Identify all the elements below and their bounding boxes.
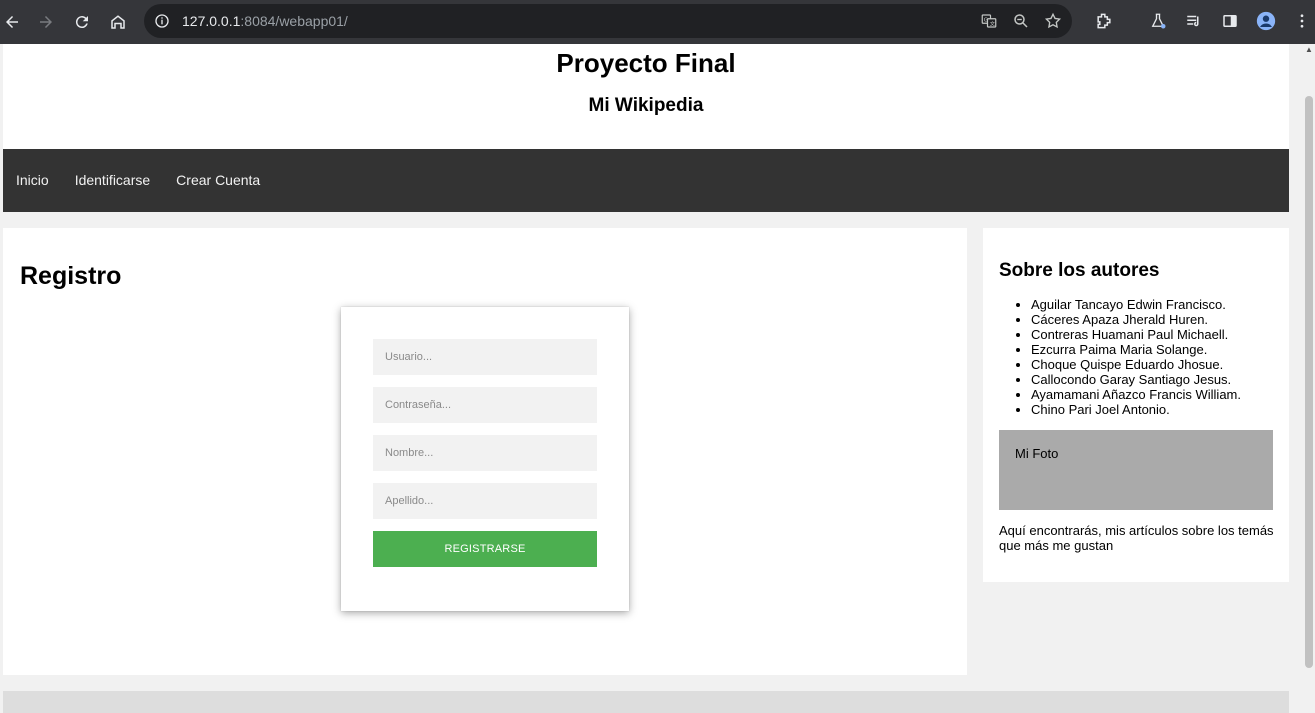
usuario-input[interactable] [373, 339, 597, 375]
labs-flask-icon[interactable] [1140, 4, 1176, 38]
photo-placeholder: Mi Foto [999, 430, 1273, 510]
nombre-input[interactable] [373, 435, 597, 471]
media-controls-icon[interactable] [1176, 4, 1212, 38]
site-footer [3, 691, 1289, 713]
bookmark-star-icon[interactable] [1044, 12, 1062, 30]
list-item: Callocondo Garay Santiago Jesus. [1031, 372, 1241, 387]
list-item: Aguilar Tancayo Edwin Francisco. [1031, 297, 1241, 312]
registrarse-button[interactable]: REGISTRARSE [373, 531, 597, 567]
svg-text:G: G [984, 17, 988, 23]
main-card: Registro REGISTRARSE [3, 228, 967, 675]
browser-menu-icon[interactable] [1284, 4, 1315, 38]
home-icon[interactable] [100, 4, 136, 40]
register-form: REGISTRARSE [341, 307, 629, 611]
url-path: :8084/webapp01/ [240, 13, 348, 29]
browser-toolbar: 127.0.0.1:8084/webapp01/ G文 [0, 0, 1315, 44]
site-header: Proyecto Final Mi Wikipedia [3, 44, 1289, 149]
side-panel-icon[interactable] [1212, 4, 1248, 38]
scrollbar-thumb[interactable] [1305, 96, 1313, 668]
nav-link-inicio[interactable]: Inicio [3, 149, 62, 212]
extensions-icon[interactable] [1086, 4, 1122, 38]
scroll-up-arrow-icon[interactable]: ▲ [1303, 44, 1315, 56]
apellido-input[interactable] [373, 483, 597, 519]
translate-icon[interactable]: G文 [980, 12, 998, 30]
list-item: Ezcurra Paima Maria Solange. [1031, 342, 1241, 357]
url-text[interactable]: 127.0.0.1:8084/webapp01/ [182, 13, 348, 29]
address-bar[interactable]: 127.0.0.1:8084/webapp01/ G文 [144, 4, 1072, 38]
nav-link-identificarse[interactable]: Identificarse [62, 149, 163, 212]
photo-label: Mi Foto [1015, 446, 1059, 461]
vertical-scrollbar[interactable] [1303, 44, 1315, 713]
site-info-icon[interactable] [154, 13, 170, 29]
site-title: Proyecto Final [556, 48, 736, 78]
forward-icon[interactable] [28, 4, 64, 40]
list-item: Choque Quispe Eduardo Jhosue. [1031, 357, 1241, 372]
site-subtitle: Mi Wikipedia [588, 95, 704, 116]
reload-icon[interactable] [64, 4, 100, 40]
nav-link-crear-cuenta[interactable]: Crear Cuenta [163, 149, 273, 212]
sidebar-heading: Sobre los autores [999, 260, 1160, 281]
authors-list: Aguilar Tancayo Edwin Francisco. Cáceres… [1031, 297, 1241, 417]
page-title: Registro [20, 262, 122, 290]
back-icon[interactable] [0, 4, 30, 40]
url-host: 127.0.0.1 [182, 13, 241, 29]
list-item: Cáceres Apaza Jherald Huren. [1031, 312, 1241, 327]
list-item: Contreras Huamani Paul Michaell. [1031, 327, 1241, 342]
zoom-icon[interactable] [1012, 12, 1030, 30]
sidebar-card: Sobre los autores Aguilar Tancayo Edwin … [983, 228, 1289, 582]
top-nav: Inicio Identificarse Crear Cuenta [3, 149, 1289, 212]
list-item: Ayamamani Añazco Francis William. [1031, 387, 1241, 402]
sidebar-blurb: Aquí encontrarás, mis artículos sobre lo… [999, 523, 1274, 553]
page-viewport: Proyecto Final Mi Wikipedia Inicio Ident… [0, 44, 1303, 713]
list-item: Chino Pari Joel Antonio. [1031, 402, 1241, 417]
password-input[interactable] [373, 387, 597, 423]
profile-avatar-icon[interactable] [1248, 4, 1284, 38]
